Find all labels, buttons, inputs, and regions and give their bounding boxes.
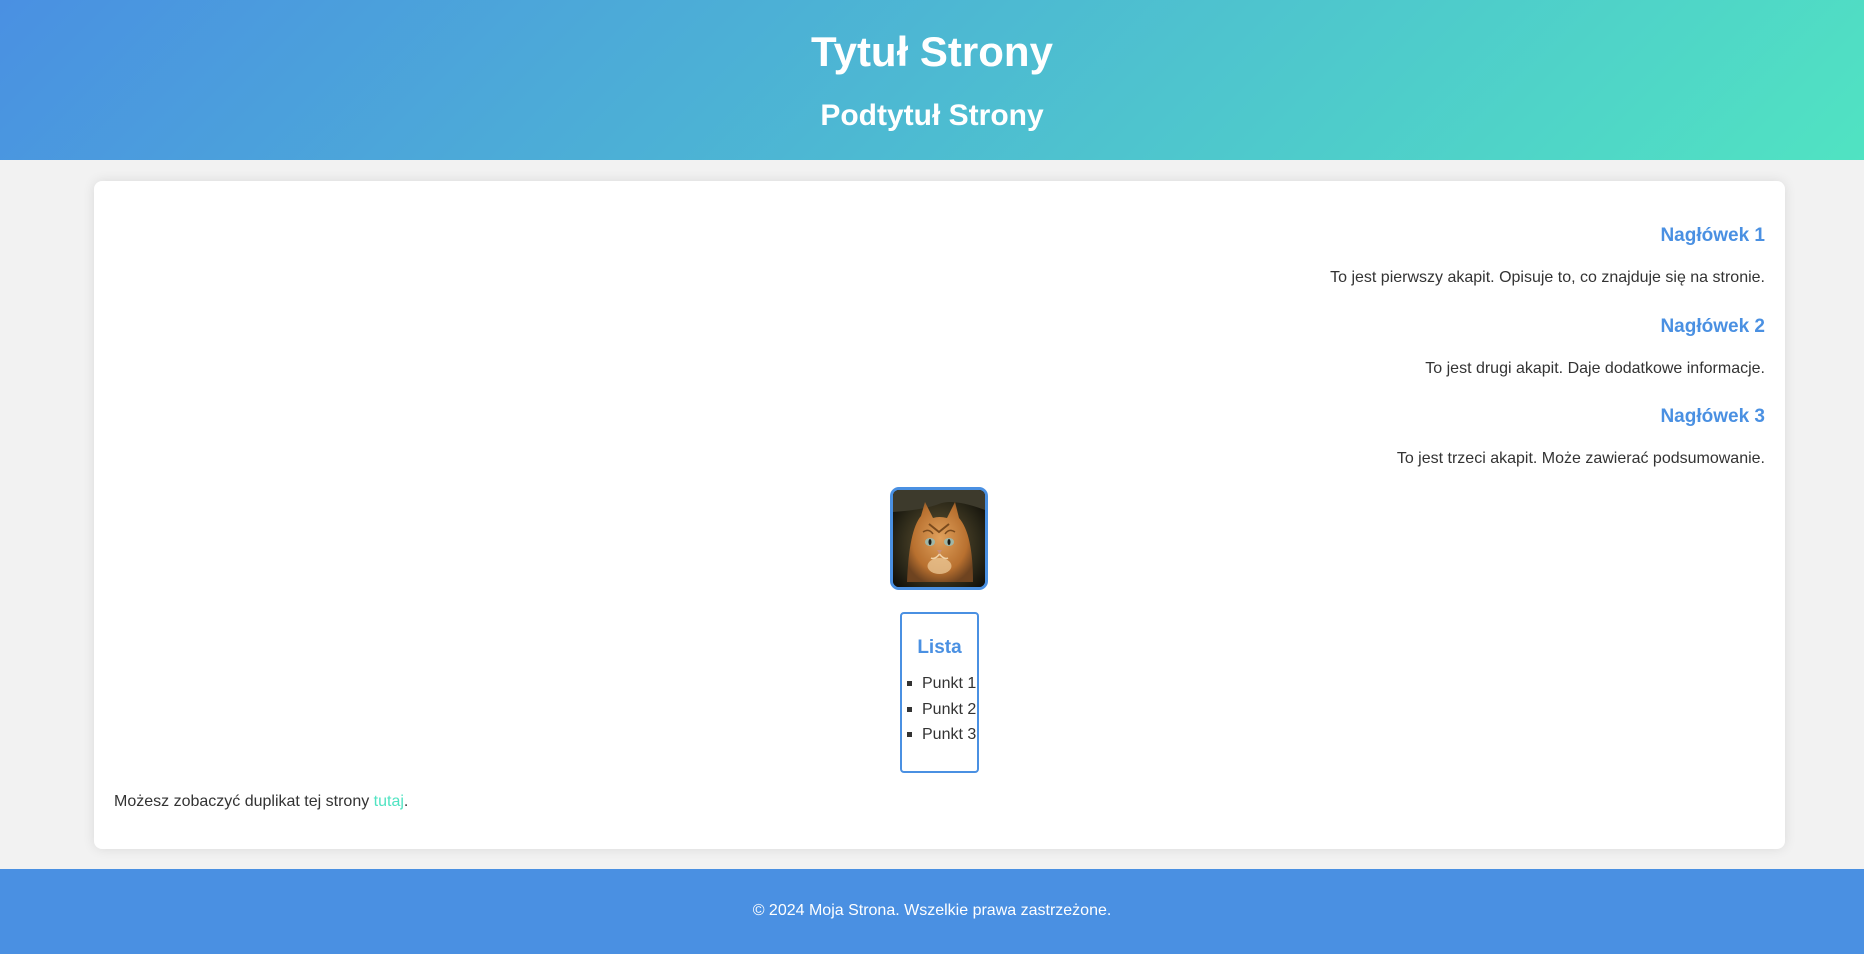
list-item: Punkt 3 — [902, 725, 976, 751]
page-header: Tytuł Strony Podtytuł Strony — [0, 0, 1864, 160]
list-box: Lista Punkt 1 Punkt 2 Punkt 3 — [900, 612, 979, 773]
section-paragraph-1: To jest pierwszy akapit. Opisuje to, co … — [1330, 269, 1765, 286]
list-item: Punkt 1 — [902, 674, 976, 700]
section-heading-2: Nagłówek 2 — [1660, 316, 1765, 337]
content-card: Nagłówek 1 To jest pierwszy akapit. Opis… — [94, 181, 1785, 849]
footer-text: © 2024 Moja Strona. Wszelkie prawa zastr… — [752, 902, 1112, 919]
section-heading-3: Nagłówek 3 — [1660, 406, 1765, 427]
page-subtitle: Podtytuł Strony — [820, 99, 1044, 132]
page-footer: © 2024 Moja Strona. Wszelkie prawa zastr… — [0, 869, 1864, 954]
list: Punkt 1 Punkt 2 Punkt 3 — [902, 674, 976, 751]
duplicate-note: Możesz zobaczyć duplikat tej strony tuta… — [114, 792, 408, 812]
section-paragraph-3: To jest trzeci akapit. Może zawierać pod… — [1396, 450, 1765, 467]
list-item: Punkt 2 — [902, 700, 976, 726]
page-title: Tytuł Strony — [811, 28, 1053, 75]
cat-photo-illustration — [893, 490, 985, 587]
duplicate-link[interactable]: tutaj — [374, 793, 404, 810]
duplicate-note-suffix: . — [403, 793, 409, 810]
section-heading-1: Nagłówek 1 — [1660, 225, 1765, 246]
list-title: Lista — [917, 637, 962, 658]
section-paragraph-2: To jest drugi akapit. Daje dodatkowe inf… — [1425, 360, 1765, 377]
cat-image — [890, 487, 988, 590]
duplicate-note-text: Możesz zobaczyć duplikat tej strony — [114, 793, 374, 810]
